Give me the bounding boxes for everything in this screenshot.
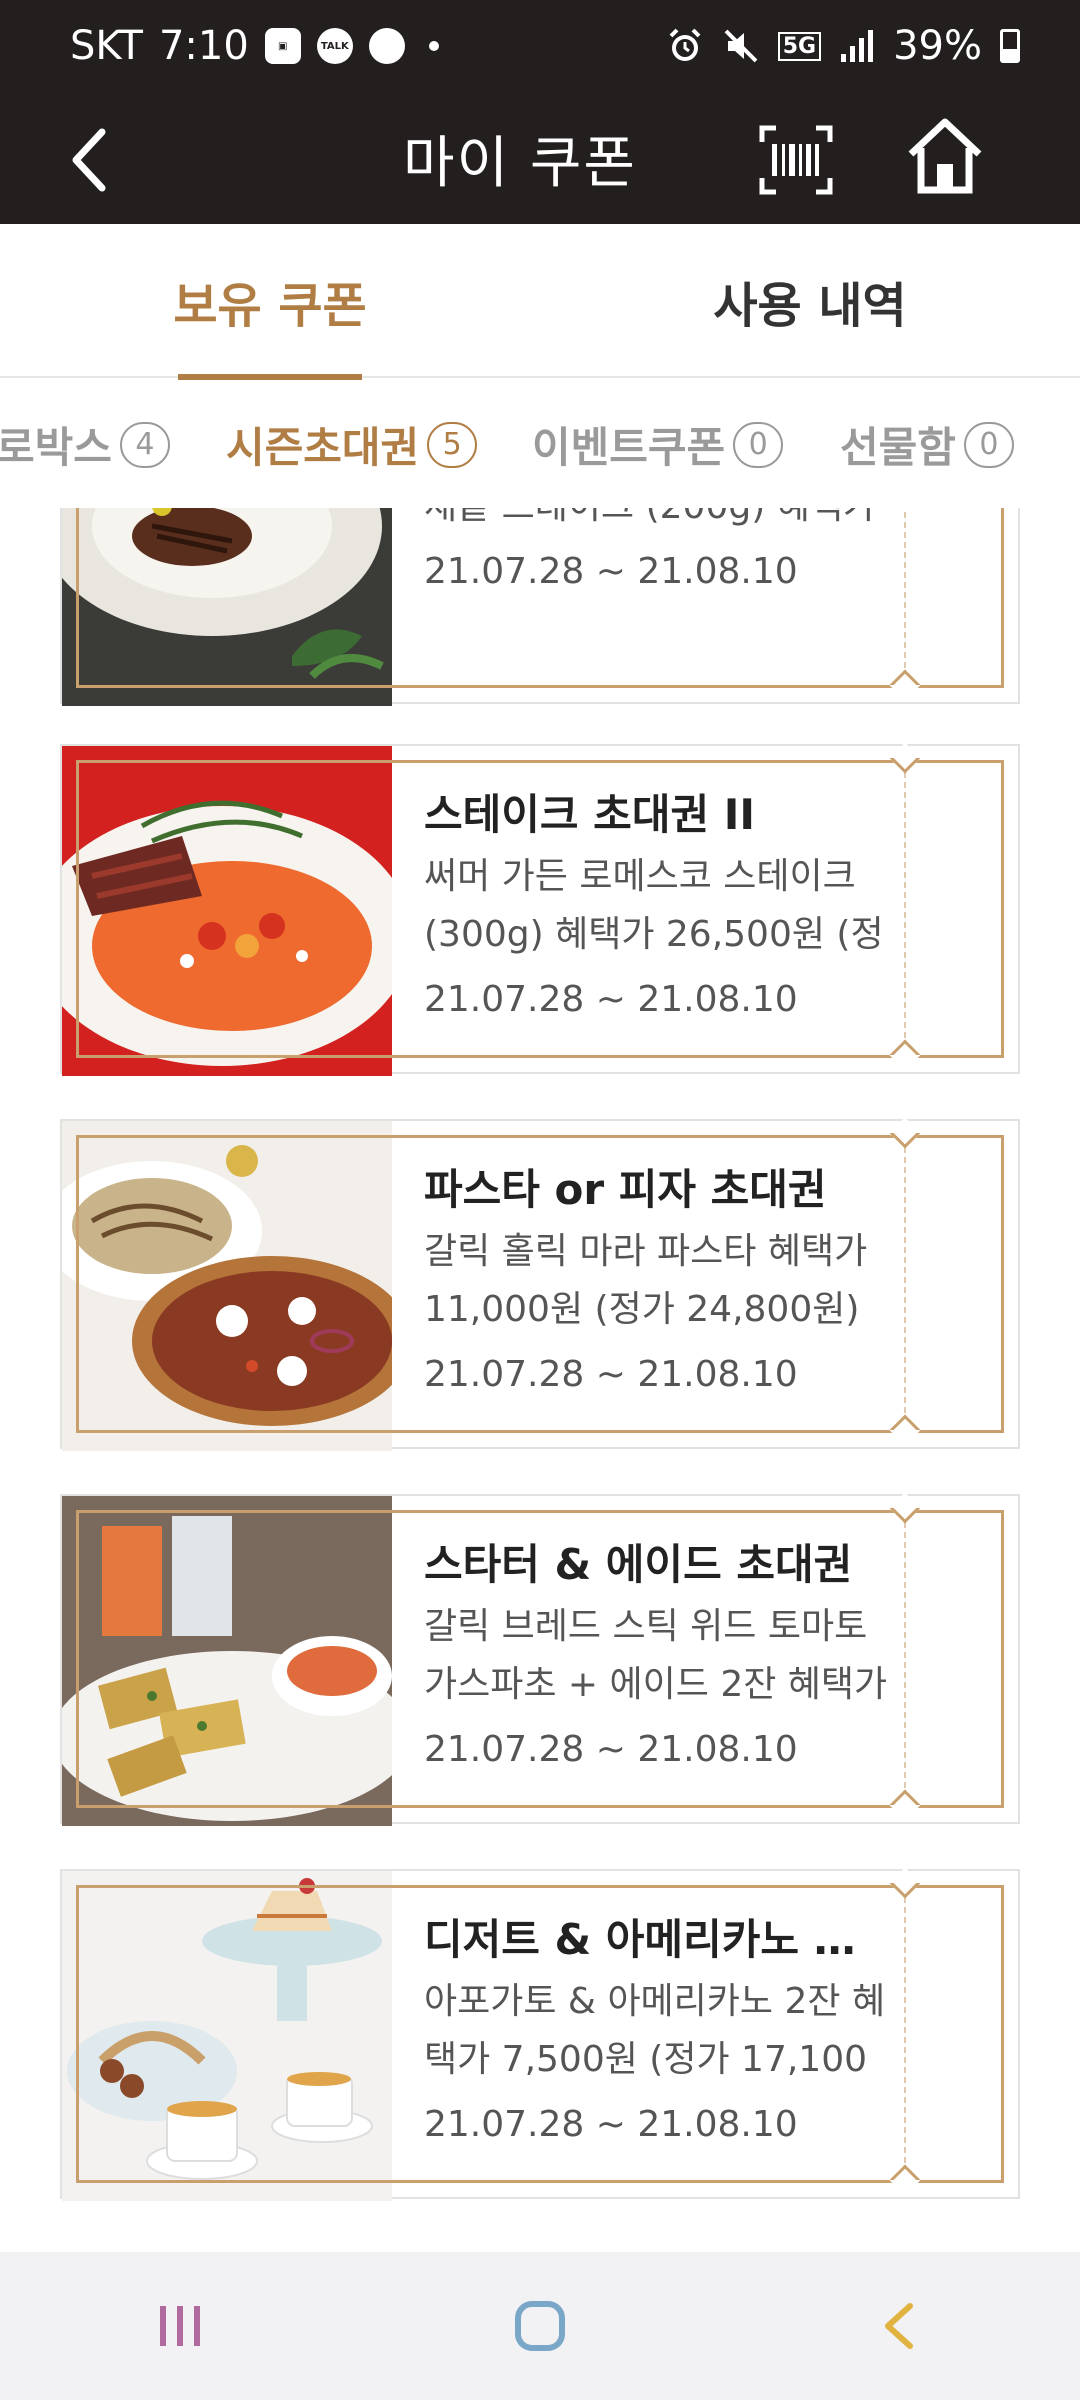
coupon-notch — [889, 1867, 921, 1899]
shop-notification-icon: ▣ — [264, 28, 301, 64]
coupon-description: 스위블 스트라이프 & 포테이토 채끝 스테이크 (200g) 혜택가 — [424, 508, 894, 536]
coupon-card[interactable]: 디저트 & 아메리카노 초대권 아포가토 & 아메리카노 2잔 혜택가 7,50… — [60, 1867, 1020, 2201]
pasta-pizza-image — [62, 1121, 392, 1451]
coupon-notch — [889, 1414, 921, 1446]
subtab-count: 0 — [733, 421, 784, 468]
coupon-date: 21.07.28 ~ 21.08.10 — [424, 1354, 798, 1395]
recents-button[interactable] — [130, 2286, 230, 2366]
subtab-box[interactable]: 로박스 4 — [0, 414, 170, 475]
coupon-perforation — [904, 508, 906, 688]
coupon-notch — [889, 1117, 921, 1149]
system-navigation-bar — [0, 2252, 1080, 2400]
coupon-text: 파스타 or 피자 초대권 갈릭 홀릭 마라 파스타 혜택가 11,000원 (… — [424, 1161, 894, 1401]
coupon-text: 스타터 & 에이드 초대권 갈릭 브레드 스틱 위드 토마토 가스파초 + 에이… — [424, 1536, 894, 1776]
coupon-text: 디저트 & 아메리카노 초대권 아포가토 & 아메리카노 2잔 혜택가 7,50… — [424, 1911, 894, 2151]
subtab-count: 5 — [427, 421, 478, 468]
coupon-perforation — [904, 1512, 906, 1808]
coupon-notch — [889, 1039, 921, 1071]
chat-bubble-icon — [368, 28, 405, 64]
barcode-scan-icon — [759, 125, 833, 195]
coupon-notch — [889, 669, 921, 701]
subtab-season-invite[interactable]: 시즌초대권 5 — [226, 414, 478, 475]
coupon-date: 21.07.28 ~ 21.08.10 — [424, 551, 798, 592]
coupon-card[interactable]: 스타터 & 에이드 초대권 갈릭 브레드 스틱 위드 토마토 가스파초 + 에이… — [60, 1492, 1020, 1826]
coupon-text: 스테이크 초대권 II 써머 가든 로메스코 스테이크 (300g) 혜택가 2… — [424, 786, 894, 1026]
coupon-title: 파스타 or 피자 초대권 — [424, 1165, 827, 1214]
subtab-label: 이벤트쿠폰 — [532, 423, 726, 472]
subtab-count: 4 — [119, 421, 170, 468]
coupon-card[interactable]: 스위블 스트라이프 & 포테이토 채끝 스테이크 (200g) 혜택가 21.0… — [60, 508, 1020, 706]
home-button[interactable] — [905, 114, 985, 200]
home-circle-icon — [515, 2301, 565, 2351]
coupon-date: 21.07.28 ~ 21.08.10 — [424, 2104, 798, 2145]
coupon-notch — [889, 1789, 921, 1821]
coupon-perforation — [904, 1887, 906, 2183]
talk-icon: TALK — [316, 28, 353, 64]
coupon-notch — [889, 1492, 921, 1524]
coupon-description: 갈릭 홀릭 마라 파스타 혜택가 11,000원 (정가 24,800원) — [424, 1231, 868, 1330]
steak-plate-image — [62, 508, 392, 706]
battery-percent: 39% — [893, 23, 982, 69]
coupon-card[interactable]: 파스타 or 피자 초대권 갈릭 홀릭 마라 파스타 혜택가 11,000원 (… — [60, 1117, 1020, 1451]
system-home-button[interactable] — [490, 2286, 590, 2366]
coupon-card[interactable]: 스테이크 초대권 II 써머 가든 로메스코 스테이크 (300g) 혜택가 2… — [60, 742, 1020, 1076]
back-chevron-icon — [885, 2303, 913, 2349]
coupon-text: 스위블 스트라이프 & 포테이토 채끝 스테이크 (200g) 혜택가 21.0… — [424, 508, 894, 598]
mute-icon — [724, 29, 758, 63]
subtab-label: 시즌초대권 — [226, 423, 420, 472]
dessert-coffee-image — [62, 1871, 392, 2201]
garlic-bread-ade-image — [62, 1496, 392, 1826]
coupon-date: 21.07.28 ~ 21.08.10 — [424, 979, 798, 1020]
coupon-title: 디저트 & 아메리카노 초대권 — [424, 1915, 894, 1964]
coupon-notch — [889, 2164, 921, 2196]
dot-icon — [428, 41, 439, 51]
main-tabs: 보유 쿠폰 사용 내역 — [0, 224, 1080, 380]
subtab-label: 로박스 — [0, 423, 112, 472]
coupon-title: 스테이크 초대권 II — [424, 790, 755, 839]
tab-owned-coupons[interactable]: 보유 쿠폰 — [0, 224, 540, 380]
battery-icon — [1000, 29, 1020, 63]
coupon-description: 갈릭 브레드 스틱 위드 토마토 가스파초 + 에이드 2잔 혜택가 — [424, 1606, 888, 1705]
home-icon — [908, 118, 982, 194]
subtab-gift-box[interactable]: 선물함 0 — [840, 414, 1014, 475]
tab-usage-history[interactable]: 사용 내역 — [540, 224, 1080, 378]
coupon-perforation — [904, 1137, 906, 1433]
subtab-count: 0 — [963, 421, 1014, 468]
time-label: 7:10 — [158, 23, 249, 69]
coupon-date: 21.07.28 ~ 21.08.10 — [424, 1729, 798, 1770]
coupon-description: 아포가토 & 아메리카노 2잔 혜택가 7,500원 (정가 17,100원) — [424, 1981, 886, 2080]
subtab-label: 선물함 — [840, 423, 956, 472]
coupon-list: 스위블 스트라이프 & 포테이토 채끝 스테이크 (200g) 혜택가 21.0… — [0, 508, 1080, 2252]
barcode-button[interactable] — [756, 120, 836, 200]
5g-icon: 5G — [777, 31, 822, 61]
romesco-steak-image — [62, 746, 392, 1076]
category-subtabs: 로박스 4 시즌초대권 5 이벤트쿠폰 0 선물함 0 — [0, 380, 1080, 508]
system-back-button[interactable] — [850, 2286, 950, 2366]
signal-icon — [841, 30, 874, 62]
coupon-perforation — [904, 762, 906, 1058]
alarm-icon — [669, 28, 701, 61]
carrier-label: SKT — [70, 23, 143, 69]
status-bar: SKT 7:10 ▣ TALK 5G 39% — [0, 0, 1080, 92]
coupon-description: 써머 가든 로메스코 스테이크 (300g) 혜택가 26,500원 (정가 — [424, 856, 884, 955]
subtab-event-coupon[interactable]: 이벤트쿠폰 0 — [532, 414, 784, 475]
coupon-title: 스타터 & 에이드 초대권 — [424, 1540, 853, 1589]
app-header: 마이 쿠폰 — [0, 92, 1080, 224]
coupon-notch — [889, 742, 921, 774]
recents-icon — [160, 2306, 200, 2346]
